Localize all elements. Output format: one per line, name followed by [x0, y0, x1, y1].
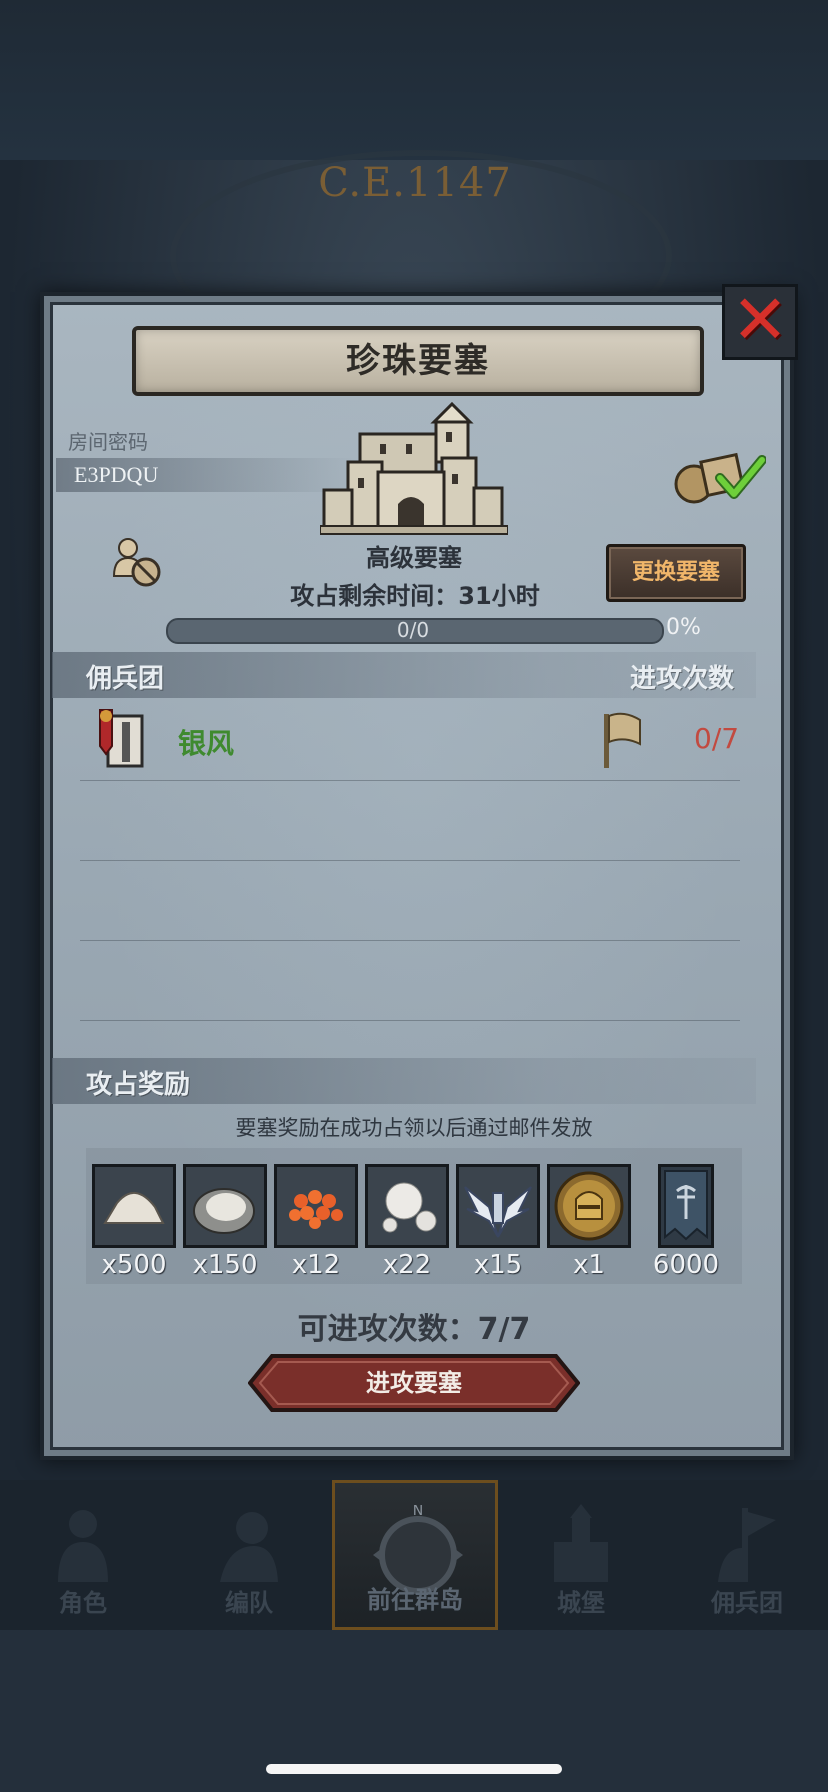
nav-item-mercenary[interactable]: 佣兵团 — [664, 1480, 828, 1630]
nav-item-character[interactable]: 角色 — [0, 1480, 166, 1630]
reward-item-salt[interactable] — [92, 1164, 176, 1248]
fish-roe-icon — [289, 1190, 343, 1229]
attack-count-header: 进攻次数 — [630, 664, 735, 694]
oyster-icon — [193, 1188, 255, 1234]
mercenary-section-title: 佣兵团 — [86, 664, 165, 694]
title-banner: 珍珠要塞 — [132, 326, 704, 396]
reward-count: x22 — [382, 1250, 432, 1280]
guild-name: 银风 — [178, 727, 235, 760]
guild-attack-count: 0/7 — [694, 722, 740, 755]
reward-item-roe[interactable] — [274, 1164, 358, 1248]
guild-banner-icon — [664, 1170, 708, 1241]
era-label: C.E.1147 — [318, 160, 512, 206]
room-code-label: 房间密码 — [68, 430, 148, 454]
reward-count: x500 — [101, 1250, 167, 1280]
row-divider — [80, 940, 740, 941]
nav-label: 角色 — [59, 1589, 107, 1617]
svg-text:N: N — [413, 1505, 423, 1519]
reward-bag-claimed-icon[interactable] — [672, 448, 766, 504]
nav-label: 编队 — [225, 1589, 273, 1617]
reward-count: x1 — [573, 1250, 605, 1280]
private-room-icon[interactable] — [110, 536, 164, 588]
knight-helmet-coin-icon — [554, 1171, 624, 1241]
home-indicator[interactable] — [266, 1764, 562, 1774]
attacks-available: 可进攻次数：7/7 — [297, 1312, 531, 1347]
attack-fortress-button[interactable]: 进攻要塞 — [247, 1352, 581, 1414]
mercenary-icon — [718, 1508, 776, 1582]
winged-emblem-icon — [464, 1186, 532, 1238]
fortress-castle-icon — [320, 401, 508, 535]
close-x-icon: ✕ — [731, 281, 789, 360]
nav-item-formation[interactable]: 编队 — [166, 1480, 332, 1630]
fortress-level: 高级要塞 — [366, 544, 462, 572]
guild-crest-icon — [99, 709, 144, 768]
formation-icon — [220, 1512, 278, 1582]
change-fortress-label: 更换要塞 — [631, 560, 720, 585]
reward-count: x15 — [473, 1250, 523, 1280]
attack-button-label: 进攻要塞 — [366, 1369, 462, 1397]
close-button[interactable]: ✕ — [722, 281, 798, 360]
pearl-icon — [382, 1182, 437, 1233]
reward-item-helmet-coin[interactable] — [547, 1164, 631, 1248]
flag-icon — [604, 712, 641, 768]
nav-label: 前往群岛 — [367, 1586, 463, 1614]
mercenary-row[interactable] — [52, 696, 756, 782]
nav-label: 城堡 — [557, 1589, 605, 1617]
room-code[interactable]: E3PDQU — [74, 462, 158, 488]
rewards-section-title: 攻占奖励 — [86, 1070, 191, 1100]
castle-icon — [554, 1504, 608, 1582]
capture-progress-percent: 0% — [666, 615, 701, 640]
row-divider — [80, 1020, 740, 1021]
row-divider — [80, 780, 740, 781]
salt-pile-icon — [103, 1192, 165, 1224]
reward-count: x12 — [291, 1250, 341, 1280]
capture-progress-text: 0/0 — [396, 618, 430, 642]
nav-item-islands[interactable]: N 前往群岛 — [332, 1480, 498, 1630]
reward-item-pearl[interactable] — [365, 1164, 449, 1248]
top-background — [0, 0, 828, 160]
reward-item-guild-points[interactable] — [658, 1164, 714, 1248]
nav-item-castle[interactable]: 城堡 — [498, 1480, 664, 1630]
reward-item-emblem[interactable] — [456, 1164, 540, 1248]
row-divider — [80, 860, 740, 861]
dialog-title: 珍珠要塞 — [346, 341, 490, 381]
time-remaining: 攻占剩余时间：31小时 — [290, 582, 540, 610]
reward-count: x150 — [192, 1250, 258, 1280]
reward-count: 6000 — [652, 1250, 720, 1280]
knight-icon — [58, 1510, 108, 1582]
rewards-note: 要塞奖励在成功占领以后通过邮件发放 — [235, 1116, 593, 1140]
reward-item-oyster[interactable] — [183, 1164, 267, 1248]
nav-label: 佣兵团 — [711, 1589, 783, 1617]
